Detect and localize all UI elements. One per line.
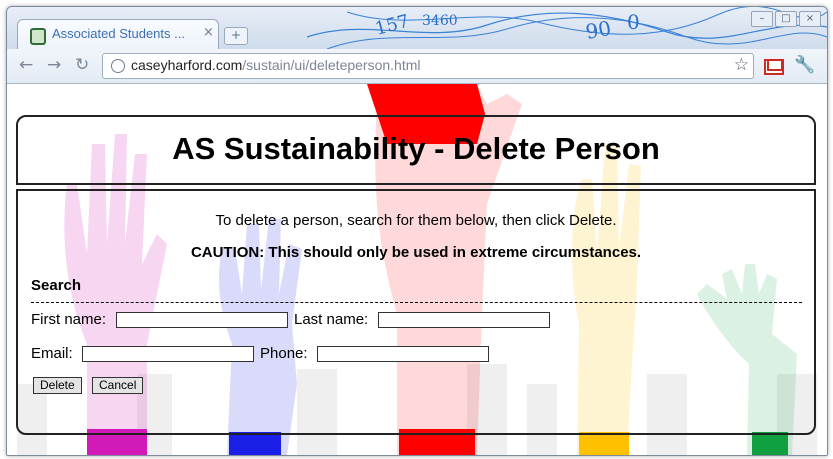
email-label: Email: bbox=[31, 345, 73, 362]
window-controls: – □ × bbox=[751, 11, 821, 27]
tab-close-icon[interactable]: × bbox=[203, 25, 214, 40]
phone-label: Phone: bbox=[260, 345, 308, 362]
svg-text:90: 90 bbox=[584, 16, 613, 44]
first-name-input[interactable] bbox=[116, 312, 288, 328]
browser-tab[interactable]: Associated Students ... × bbox=[17, 19, 219, 49]
wrench-menu-icon[interactable]: 🔧 bbox=[794, 55, 815, 75]
header-panel: AS Sustainability - Delete Person bbox=[16, 115, 816, 185]
title-bar: 157 3460 90 0 Associated Students ... × … bbox=[7, 7, 827, 49]
svg-text:0: 0 bbox=[627, 10, 640, 34]
page-viewport: AS Sustainability - Delete Person To del… bbox=[7, 84, 827, 455]
search-heading: Search bbox=[31, 277, 82, 294]
gmail-icon[interactable] bbox=[764, 59, 784, 75]
new-tab-button[interactable]: + bbox=[224, 27, 248, 45]
minimize-icon[interactable]: – bbox=[751, 11, 773, 27]
svg-text:3460: 3460 bbox=[422, 13, 458, 29]
cancel-button[interactable]: Cancel bbox=[92, 377, 144, 394]
page-title: AS Sustainability - Delete Person bbox=[172, 131, 660, 166]
delete-button[interactable]: Delete bbox=[33, 377, 82, 394]
email-input[interactable] bbox=[82, 346, 254, 362]
back-icon[interactable]: ← bbox=[19, 55, 33, 75]
page-info-icon[interactable] bbox=[111, 59, 125, 73]
intro-text: To delete a person, search for them belo… bbox=[215, 212, 617, 229]
close-window-icon[interactable]: × bbox=[799, 11, 821, 27]
delete-person-form: To delete a person, search for them belo… bbox=[16, 189, 816, 435]
tab-title: Associated Students ... bbox=[52, 26, 185, 41]
site-favicon-icon bbox=[30, 28, 46, 45]
maximize-icon[interactable]: □ bbox=[775, 11, 797, 27]
url-text[interactable]: caseyharford.com/sustain/ui/deleteperson… bbox=[131, 57, 421, 73]
forward-icon[interactable]: → bbox=[47, 55, 61, 75]
bookmark-star-icon[interactable]: ☆ bbox=[734, 55, 749, 75]
url-domain: caseyharford.com bbox=[131, 57, 243, 73]
map-background: 157 3460 90 0 bbox=[307, 7, 827, 49]
last-name-input[interactable] bbox=[378, 312, 550, 328]
last-name-label: Last name: bbox=[294, 311, 369, 328]
svg-text:157: 157 bbox=[373, 11, 412, 40]
browser-window: 157 3460 90 0 Associated Students ... × … bbox=[6, 6, 828, 456]
reload-icon[interactable]: ↻ bbox=[75, 55, 89, 75]
caution-text: CAUTION: This should only be used in ext… bbox=[190, 244, 642, 261]
search-divider bbox=[31, 302, 802, 303]
address-bar[interactable]: caseyharford.com/sustain/ui/deleteperson… bbox=[102, 53, 754, 79]
first-name-label: First name: bbox=[31, 311, 107, 328]
phone-input[interactable] bbox=[317, 346, 489, 362]
url-path: /sustain/ui/deleteperson.html bbox=[242, 57, 421, 73]
browser-toolbar: ← → ↻ caseyharford.com/sustain/ui/delete… bbox=[7, 49, 827, 84]
